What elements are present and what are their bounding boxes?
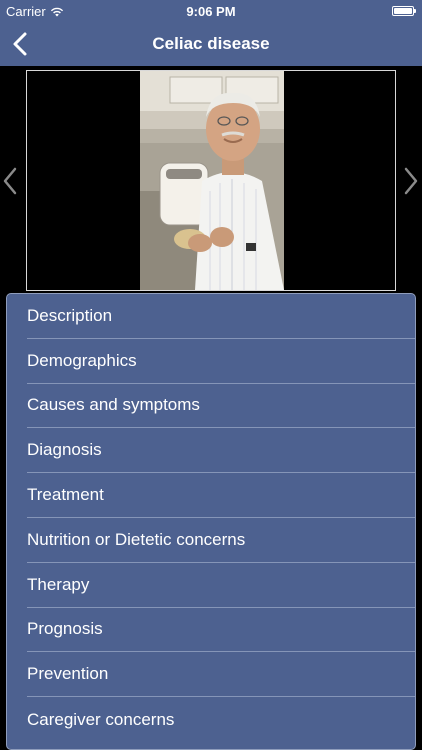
list-item-label: Nutrition or Dietetic concerns [27, 529, 246, 549]
list-item-label: Causes and symptoms [27, 395, 200, 415]
list-item-description[interactable]: Description [27, 294, 415, 339]
list-item-label: Description [27, 305, 113, 325]
section-list: Description Demographics Causes and symp… [6, 293, 416, 750]
screen: Carrier 9:06 PM Celiac disease Descripti… [0, 0, 422, 750]
photo-frame [26, 70, 396, 291]
list-item-nutrition[interactable]: Nutrition or Dietetic concerns [27, 518, 415, 563]
list-item-causes-and-symptoms[interactable]: Causes and symptoms [27, 384, 415, 429]
list-item-therapy[interactable]: Therapy [27, 563, 415, 608]
list-item-label: Diagnosis [27, 440, 102, 460]
list-item-diagnosis[interactable]: Diagnosis [27, 428, 415, 474]
list-item-demographics[interactable]: Demographics [27, 339, 415, 384]
list-item-label: Therapy [27, 574, 90, 594]
list-item-label: Prevention [27, 664, 109, 684]
previous-image-button[interactable] [2, 166, 18, 196]
list-item-prognosis[interactable]: Prognosis [27, 608, 415, 653]
list-item-label: Caregiver concerns [27, 709, 175, 729]
list-item-caregiver-concerns[interactable]: Caregiver concerns [27, 697, 415, 742]
gallery-photo[interactable] [140, 71, 284, 290]
next-image-button[interactable] [403, 166, 419, 196]
page-title: Celiac disease [152, 34, 270, 53]
list-item-prevention[interactable]: Prevention [27, 652, 415, 698]
list-item-label: Demographics [27, 350, 137, 370]
image-gallery [0, 66, 422, 296]
battery-icon [392, 6, 416, 16]
nav-header: Celiac disease [0, 22, 422, 66]
status-bar: Carrier 9:06 PM [0, 0, 422, 22]
list-item-label: Prognosis [27, 619, 103, 639]
status-time: 9:06 PM [186, 4, 236, 19]
navigation-bar: Carrier 9:06 PM Celiac disease [0, 0, 422, 66]
list-item-label: Treatment [27, 485, 104, 505]
list-item-treatment[interactable]: Treatment [27, 473, 415, 518]
